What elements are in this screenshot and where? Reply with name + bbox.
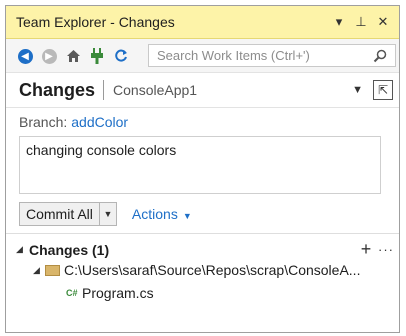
commit-all-label: Commit All — [26, 206, 93, 222]
pin-icon[interactable]: ⊥ — [351, 12, 371, 32]
page-title: Changes — [19, 79, 96, 100]
chevron-down-icon[interactable]: ▼ — [352, 84, 363, 96]
branch-info: Branch: addColor — [19, 114, 128, 130]
commit-row: Commit All ▼ Actions ▼ — [19, 202, 192, 226]
divider — [6, 233, 399, 234]
connect-icon[interactable] — [86, 45, 108, 67]
window-title: Team Explorer - Changes — [16, 14, 175, 30]
commit-message-input[interactable]: changing console colors — [19, 136, 381, 194]
actions-menu[interactable]: Actions ▼ — [132, 206, 192, 222]
commit-all-button[interactable]: Commit All ▼ — [19, 202, 117, 226]
section-title: Changes (1) — [29, 241, 110, 258]
changes-section-header[interactable]: ◢ Changes (1) + ··· — [16, 239, 394, 260]
folder-icon — [45, 264, 60, 276]
chevron-down-icon: ▼ — [182, 211, 192, 221]
team-explorer-window: Team Explorer - Changes ▾ ⊥ ✕ ◀ ▶ Search… — [5, 5, 400, 333]
collapse-icon[interactable]: ◢ — [33, 265, 45, 276]
page-header: Changes ConsoleApp1 ▼ ⇱ — [6, 72, 399, 108]
tree-file-item[interactable]: C# Program.cs — [66, 285, 154, 301]
add-icon[interactable]: + — [357, 239, 375, 260]
collapse-icon[interactable]: ◢ — [16, 244, 29, 255]
toolbar: ◀ ▶ Search Work Items (Ctrl+') — [6, 40, 399, 72]
close-icon[interactable]: ✕ — [373, 12, 393, 32]
branch-link[interactable]: addColor — [71, 114, 128, 130]
search-icon[interactable] — [365, 45, 395, 66]
search-input[interactable]: Search Work Items (Ctrl+') — [148, 44, 396, 67]
refresh-icon[interactable] — [110, 45, 132, 67]
changes-panel: Branch: addColor changing console colors … — [6, 108, 399, 332]
back-icon[interactable]: ◀ — [14, 45, 36, 67]
branch-label: Branch: — [19, 114, 68, 130]
header-separator — [103, 80, 105, 100]
repo-name: ConsoleApp1 — [113, 82, 198, 98]
tree-folder-item[interactable]: ◢ C:\Users\saraf\Source\Repos\scrap\Cons… — [33, 262, 383, 278]
title-bar: Team Explorer - Changes ▾ ⊥ ✕ — [6, 6, 399, 39]
csharp-file-icon: C# — [66, 288, 78, 298]
file-name: Program.cs — [82, 285, 154, 301]
chevron-down-icon[interactable]: ▼ — [98, 203, 116, 225]
undock-icon[interactable]: ⇱ — [373, 80, 393, 100]
forward-icon[interactable]: ▶ — [38, 45, 60, 67]
actions-label: Actions — [131, 206, 178, 222]
more-icon[interactable]: ··· — [378, 242, 394, 257]
folder-path: C:\Users\saraf\Source\Repos\scrap\Consol… — [64, 262, 361, 278]
search-placeholder: Search Work Items (Ctrl+') — [157, 48, 310, 63]
chevron-down-icon[interactable]: ▾ — [329, 12, 349, 32]
home-icon[interactable] — [62, 45, 84, 67]
